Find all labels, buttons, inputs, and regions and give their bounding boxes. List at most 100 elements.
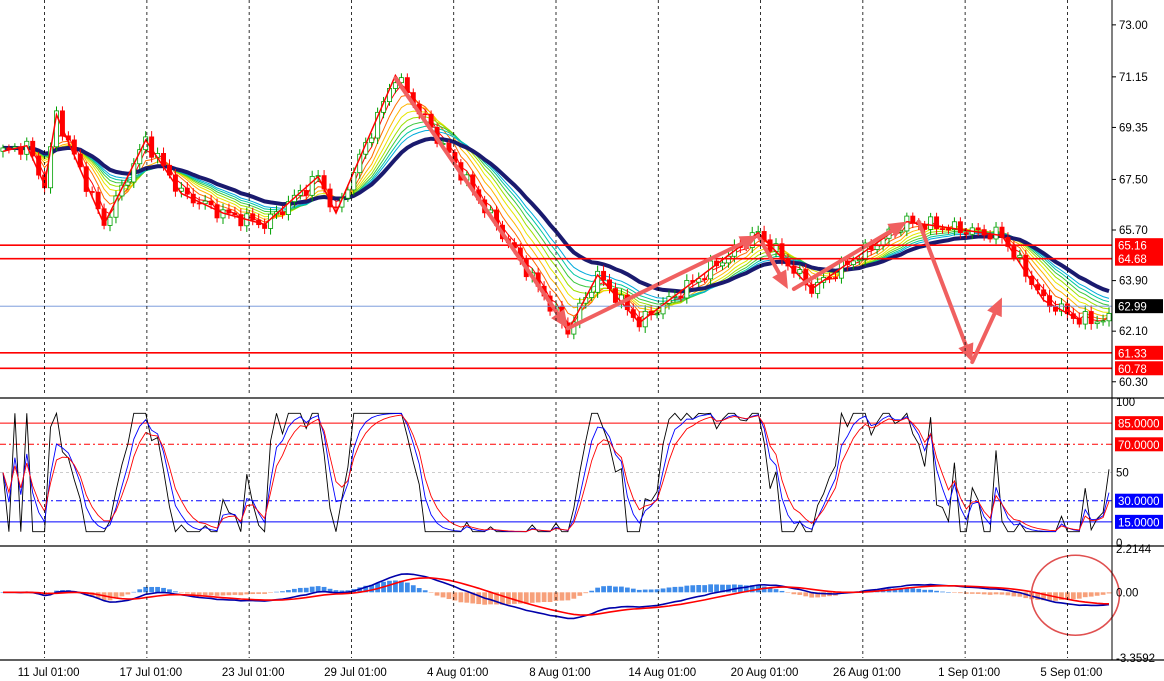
macd-histogram-bar [1011,592,1017,597]
osc-tick-label: 100 [1116,397,1135,409]
macd-histogram-bar [1076,592,1082,599]
macd-histogram-bar [1088,592,1094,597]
macd-histogram-bar [934,590,939,593]
macd-histogram-bar [416,588,422,593]
macd-histogram-bar [1070,592,1076,600]
macd-histogram-bar [981,592,987,595]
candle-body [702,278,708,281]
candle-body [945,228,951,231]
macd-histogram-bar [969,592,975,594]
price-badge-label: 62.99 [1118,302,1147,314]
y-tick-label: 60.30 [1119,377,1148,389]
macd-histogram-bar [630,588,636,593]
macd-histogram-bar [387,580,392,593]
candle-body [720,262,725,267]
x-tick-label: 5 Sep 01:00 [1040,667,1102,679]
candle-body [1094,321,1100,325]
macd-histogram-bar [280,591,285,593]
candle-body [232,212,238,216]
candle-body [422,113,428,116]
macd-histogram-bar [940,591,945,593]
y-tick-label: 67.50 [1119,174,1148,186]
x-tick-label: 29 Jul 01:00 [324,667,387,679]
macd-histogram-bar [119,592,125,597]
macd-histogram-bar [167,589,172,593]
candle-body [1106,313,1112,322]
macd-histogram-bar [589,590,595,593]
macd-histogram-bar [601,586,606,593]
candle-body [262,224,268,229]
macd-histogram-bar [434,592,440,596]
macd-histogram-bar [125,592,131,595]
macd-histogram-bar [184,592,190,594]
candle-body [1100,320,1106,323]
macd-histogram-bar [535,592,541,603]
macd-histogram-bar [672,586,678,593]
macd-histogram-bar [452,592,458,601]
macd-histogram-bar [268,592,273,593]
x-tick-label: 8 Aug 01:00 [529,667,590,679]
macd-histogram-bar [922,589,928,593]
macd-histogram-bar [262,592,267,594]
macd-histogram-bar [214,592,220,596]
macd-histogram-bar [957,592,963,594]
macd-histogram-bar [1005,592,1011,596]
macd-histogram-bar [149,586,155,593]
macd-histogram-bar [238,592,244,596]
x-tick-label: 20 Aug 01:00 [731,667,799,679]
macd-histogram-bar [541,592,547,602]
macd-histogram-bar [155,586,160,593]
macd-histogram-bar [916,588,922,593]
chart-canvas[interactable]: 11 Jul 01:00 17 Jul 01:00 23 Jul 01:00 29 J… [0,0,1164,681]
macd-histogram-bar [666,587,672,593]
macd-histogram-bar [422,590,428,593]
macd-histogram-bar [648,589,654,593]
macd-histogram-bar [202,592,208,596]
y-tick-label: 69.35 [1119,122,1148,134]
candle-body [1041,289,1047,297]
macd-histogram-bar [297,587,303,593]
macd-tick-label: 0.00 [1116,587,1138,599]
macd-histogram-bar [607,585,612,593]
macd-histogram-bar [619,586,624,593]
macd-histogram-bar [446,592,452,600]
macd-histogram-bar [250,592,256,595]
macd-histogram-bar [476,592,482,605]
candle-body [125,181,131,186]
macd-histogram-bar [220,592,226,596]
macd-histogram-bar [946,592,951,593]
candle-body [957,221,963,233]
candle-body [309,176,315,196]
x-tick-label: 23 Jul 01:00 [222,667,285,679]
macd-histogram-bar [161,587,166,593]
macd-histogram-bar [291,588,297,593]
macd-histogram-bar [256,592,262,594]
candle-body [928,216,934,230]
macd-histogram-bar [613,586,618,593]
x-tick-label: 14 Aug 01:00 [628,667,696,679]
price-badge-label: 30.0000 [1118,496,1160,508]
price-badge-label: 70.0000 [1118,440,1160,452]
candle-body [369,137,375,143]
macd-histogram-bar [714,584,719,593]
macd-histogram-bar [577,592,583,596]
x-tick-label: 11 Jul 01:00 [18,667,80,679]
candle-body [601,270,607,281]
macd-histogram-bar [309,586,315,593]
macd-histogram-bar [678,586,684,593]
macd-histogram-bar [547,592,553,602]
macd-histogram-bar [684,585,690,593]
candle-body [975,227,981,231]
macd-histogram-bar [565,592,571,601]
macd-histogram-bar [464,592,470,603]
macd-histogram-bar [226,592,232,596]
candle-body [684,280,690,299]
macd-histogram-bar [178,592,184,593]
macd-histogram-bar [1082,592,1088,598]
macd-histogram-bar [642,589,648,593]
macd-histogram-bar [1094,592,1100,596]
macd-histogram-bar [488,592,493,605]
price-badge-label: 64.68 [1118,254,1147,266]
macd-tick-label: -3.3592 [1116,653,1155,665]
macd-histogram-bar [708,584,713,593]
